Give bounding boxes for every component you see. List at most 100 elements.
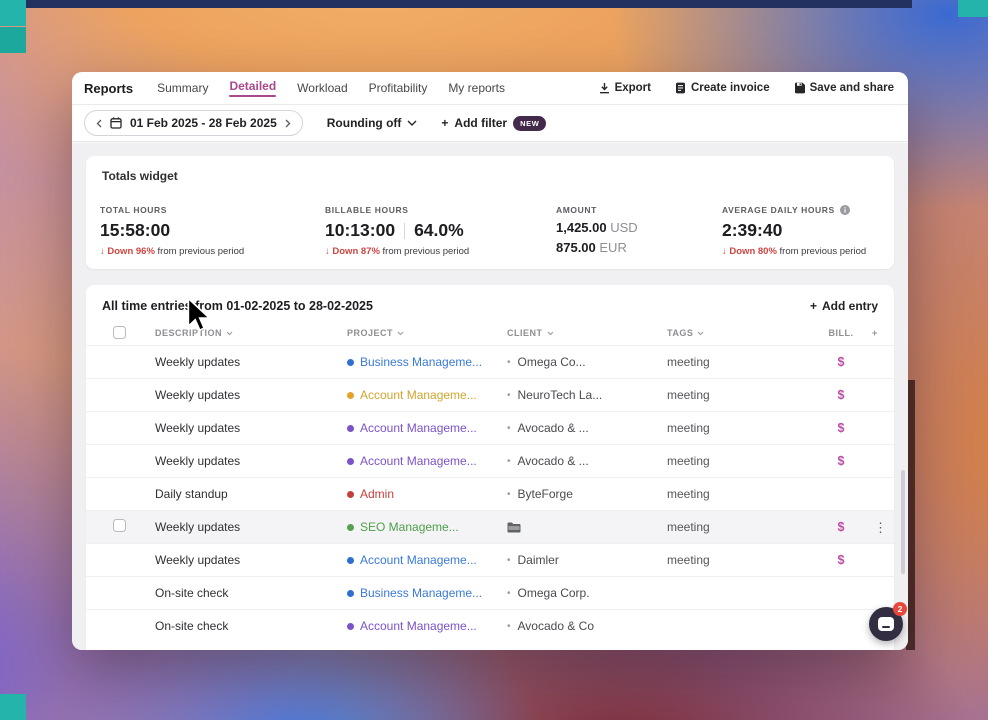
project-name: Account Manageme... — [360, 421, 477, 435]
entry-project[interactable]: Business Manageme... — [347, 586, 507, 600]
delta-percent: Down 87% — [332, 246, 380, 257]
add-entry-button[interactable]: + Add entry — [810, 299, 878, 313]
add-filter-button[interactable]: + Add filter NEW — [441, 115, 547, 131]
chevron-down-icon — [697, 331, 704, 336]
billable-indicator[interactable]: $ — [820, 454, 862, 468]
totals-widget: Totals widget TOTAL HOURS 15:58:00 ↓ Dow… — [86, 156, 894, 269]
scrollbar-thumb[interactable] — [901, 470, 905, 574]
client-bullet-icon: • — [507, 422, 511, 434]
entry-description: Weekly updates — [155, 520, 241, 534]
table-row[interactable]: On-site check Account Manageme... • Avoca… — [86, 609, 894, 642]
tab-profitability[interactable]: Profitability — [369, 81, 428, 95]
entry-client: • Omega Corp. — [507, 586, 667, 600]
filter-bar: 01 Feb 2025 - 28 Feb 2025 Rounding off +… — [72, 105, 908, 142]
select-all-checkbox[interactable] — [113, 325, 126, 339]
client-name: Omega Corp. — [517, 586, 590, 600]
table-row[interactable]: Weekly updates Account Manageme... • Avoc… — [86, 411, 894, 444]
entry-project[interactable]: Account Manageme... — [347, 388, 507, 402]
column-bill[interactable]: BILL. — [820, 328, 862, 338]
tab-detailed[interactable]: Detailed — [229, 79, 276, 97]
project-color-dot — [347, 523, 354, 531]
time-entries-table: All time entries from 01-02-2025 to 28-0… — [86, 285, 894, 650]
entry-project[interactable]: Account Manageme... — [347, 553, 507, 567]
entry-client[interactable] — [507, 522, 667, 533]
date-range-picker[interactable]: 01 Feb 2025 - 28 Feb 2025 — [84, 110, 303, 136]
table-row[interactable]: Weekly updates Account Manageme... • Daim… — [86, 543, 894, 576]
entry-project[interactable]: Account Manageme... — [347, 421, 507, 435]
entry-client: • ByteForge — [507, 487, 667, 501]
project-color-dot — [347, 457, 354, 465]
chevron-left-icon[interactable] — [96, 119, 102, 128]
totals-widget-title: Totals widget — [102, 169, 178, 183]
total-hours-label: TOTAL HOURS — [100, 205, 168, 215]
billable-indicator[interactable]: $ — [820, 388, 862, 402]
report-tabs: Summary Detailed Workload Profitability … — [157, 79, 505, 97]
project-name: Account Manageme... — [360, 388, 477, 402]
chevron-down-icon — [397, 331, 404, 336]
project-name: Account Manageme... — [360, 619, 477, 633]
save-and-share-button[interactable]: Save and share — [794, 82, 894, 94]
entry-tag: meeting — [667, 388, 710, 402]
project-name: SEO Manageme... — [360, 520, 459, 534]
project-name: Admin — [360, 487, 395, 501]
entry-project[interactable]: Account Manageme... — [347, 619, 507, 633]
table-row[interactable]: Weekly updates Account Manageme... • Neur… — [86, 378, 894, 411]
column-project[interactable]: PROJECT — [347, 328, 507, 338]
date-range-label: 01 Feb 2025 - 28 Feb 2025 — [130, 116, 277, 130]
tab-summary[interactable]: Summary — [157, 81, 208, 95]
billable-indicator[interactable]: $ — [820, 520, 862, 534]
average-daily-hours-value: 2:39:40 — [722, 220, 783, 240]
table-row[interactable]: Weekly updates Account Manageme... • Avoc… — [86, 444, 894, 477]
project-color-dot — [347, 358, 354, 366]
delta-percent: Down 96% — [107, 246, 155, 257]
entry-description: Weekly updates — [155, 355, 241, 369]
chevron-right-icon[interactable] — [285, 119, 291, 128]
billable-percent: 64.0% — [414, 220, 464, 240]
entry-project[interactable]: Business Manageme... — [347, 355, 507, 369]
entry-project[interactable]: SEO Manageme... — [347, 520, 507, 534]
table-row-hovered[interactable]: Weekly updates SEO Manageme... meeting $… — [86, 510, 894, 543]
table-row[interactable]: Daily standup Admin • ByteForge meeting — [86, 477, 894, 510]
column-client[interactable]: CLIENT — [507, 328, 667, 338]
project-name: Account Manageme... — [360, 454, 477, 468]
client-bullet-icon: • — [507, 620, 511, 632]
entry-project[interactable]: Account Manageme... — [347, 454, 507, 468]
entry-project[interactable]: Admin — [347, 487, 507, 501]
delta-caption: from previous period — [157, 246, 245, 257]
add-column-button[interactable]: + — [862, 328, 894, 338]
column-tags[interactable]: TAGS — [667, 328, 820, 338]
table-row[interactable]: On-site check Business Manageme... • Omeg… — [86, 576, 894, 609]
client-name: Omega Co... — [517, 355, 586, 369]
amount-eur-currency: EUR — [599, 240, 627, 255]
desktop: Reports Summary Detailed Workload Profit… — [0, 0, 988, 720]
amount-line-usd: 1,425.00 USD — [556, 220, 638, 235]
billable-hours-value: 10:13:00 64.0% — [325, 220, 469, 241]
row-menu-icon[interactable]: ⋮ — [862, 521, 894, 534]
project-color-dot — [347, 490, 354, 498]
row-checkbox[interactable] — [113, 519, 126, 532]
info-icon[interactable] — [839, 205, 850, 215]
create-invoice-button[interactable]: Create invoice — [675, 82, 770, 94]
table-row[interactable]: Weekly updates Business Manageme... • Ome… — [86, 345, 894, 378]
tab-workload[interactable]: Workload — [297, 81, 347, 95]
project-color-dot — [347, 589, 354, 597]
add-filter-label: Add filter — [454, 116, 508, 130]
total-hours-value: 15:58:00 — [100, 220, 171, 240]
project-color-dot — [347, 424, 354, 432]
delta-caption: from previous period — [779, 246, 867, 257]
project-name: Account Manageme... — [360, 553, 477, 567]
billable-indicator[interactable]: $ — [820, 421, 862, 435]
entry-tag: meeting — [667, 355, 710, 369]
column-description[interactable]: DESCRIPTION — [155, 328, 347, 338]
billable-indicator[interactable]: $ — [820, 355, 862, 369]
chat-notification-badge: 2 — [893, 602, 907, 616]
tab-my-reports[interactable]: My reports — [448, 81, 505, 95]
entry-client: • Daimler — [507, 553, 667, 567]
amount-label: AMOUNT — [556, 205, 597, 215]
entry-tag: meeting — [667, 553, 710, 567]
client-name: Avocado & ... — [517, 421, 589, 435]
rounding-dropdown[interactable]: Rounding off — [327, 116, 418, 130]
export-button[interactable]: Export — [599, 82, 651, 94]
delta-caption: from previous period — [382, 246, 470, 257]
billable-indicator[interactable]: $ — [820, 553, 862, 567]
